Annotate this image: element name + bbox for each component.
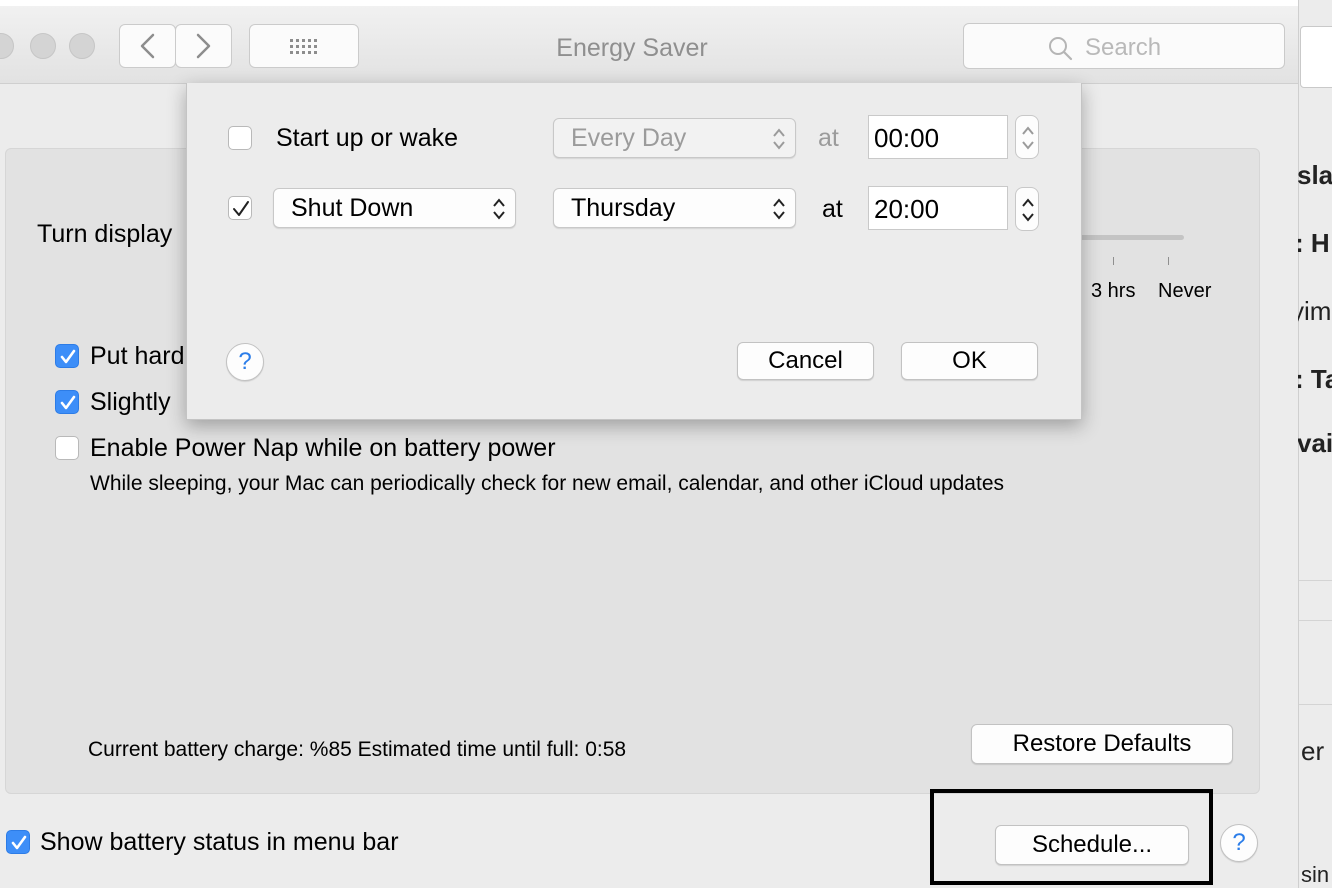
- shutdown-action-popup[interactable]: Shut Down: [273, 188, 516, 228]
- startup-at-label: at: [818, 124, 839, 152]
- display-sleep-slider[interactable]: [1080, 235, 1184, 240]
- startup-wake-checkbox[interactable]: [228, 126, 252, 150]
- show-battery-status-checkbox[interactable]: [6, 830, 30, 854]
- startup-wake-label: Start up or wake: [276, 124, 459, 152]
- sheet-help-button[interactable]: ?: [226, 343, 264, 381]
- slightly-dim-display-checkbox[interactable]: [55, 390, 79, 414]
- background-text-fragment: : Ta: [1295, 364, 1332, 394]
- background-window: ka sla : H yim : Ta vai er sin: [1291, 0, 1332, 888]
- startup-time-value: 00:00: [874, 123, 940, 153]
- search-placeholder: Search: [1085, 34, 1162, 61]
- startup-day-value: Every Day: [571, 124, 687, 152]
- put-hard-disks-label: Put hard: [90, 342, 185, 370]
- background-text-fragment: er: [1301, 736, 1325, 766]
- startup-time-stepper[interactable]: [1015, 115, 1039, 159]
- slider-tick: [1168, 257, 1169, 265]
- checkmark-icon: [60, 395, 76, 410]
- checkmark-icon: [233, 201, 249, 216]
- shutdown-checkbox[interactable]: [228, 196, 252, 220]
- search-icon: [1049, 37, 1073, 61]
- up-down-arrows-icon: [773, 128, 785, 150]
- ok-button[interactable]: OK: [901, 342, 1038, 380]
- help-button[interactable]: ?: [1220, 824, 1258, 862]
- background-text-fragment: sin: [1301, 862, 1330, 887]
- power-nap-checkbox[interactable]: [55, 436, 79, 460]
- stepper-arrows-icon: [1022, 198, 1034, 222]
- startup-day-popup[interactable]: Every Day: [553, 118, 796, 158]
- show-battery-status-label: Show battery status in menu bar: [40, 828, 399, 856]
- slightly-dim-label: Slightly: [90, 388, 171, 416]
- startup-time-field[interactable]: 00:00: [868, 115, 1008, 159]
- background-text-fragment: vai: [1297, 428, 1332, 458]
- shutdown-day-value: Thursday: [571, 194, 676, 222]
- power-nap-label: Enable Power Nap while on battery power: [90, 434, 556, 462]
- shutdown-time-field[interactable]: 20:00: [868, 186, 1008, 230]
- slider-tick-label-never: Never: [1158, 280, 1212, 302]
- shutdown-at-label: at: [822, 195, 843, 223]
- shutdown-time-stepper[interactable]: [1015, 187, 1039, 231]
- shutdown-day-popup[interactable]: Thursday: [553, 188, 796, 228]
- background-text-fragment: sla: [1297, 160, 1332, 190]
- background-text-fragment: : H: [1295, 228, 1330, 258]
- slider-tick-label-3hrs: 3 hrs: [1091, 280, 1136, 302]
- up-down-arrows-icon: [493, 198, 505, 220]
- slider-tick: [1113, 257, 1114, 265]
- shutdown-action-value: Shut Down: [291, 194, 414, 222]
- background-field: [1300, 26, 1332, 88]
- restore-defaults-button[interactable]: Restore Defaults: [971, 724, 1233, 764]
- checkmark-icon: [60, 349, 76, 364]
- cancel-button[interactable]: Cancel: [737, 342, 874, 380]
- stepper-arrows-icon: [1022, 126, 1034, 150]
- turn-display-off-label: Turn display: [37, 220, 173, 248]
- power-nap-description: While sleeping, your Mac can periodicall…: [90, 472, 1004, 495]
- checkmark-icon: [11, 835, 27, 850]
- battery-info-text: Current battery charge: %85 Estimated ti…: [88, 738, 627, 761]
- schedule-highlight-box: [930, 789, 1213, 885]
- up-down-arrows-icon: [773, 198, 785, 220]
- shutdown-time-value: 20:00: [874, 194, 940, 224]
- put-hard-disks-to-sleep-checkbox[interactable]: [55, 344, 79, 368]
